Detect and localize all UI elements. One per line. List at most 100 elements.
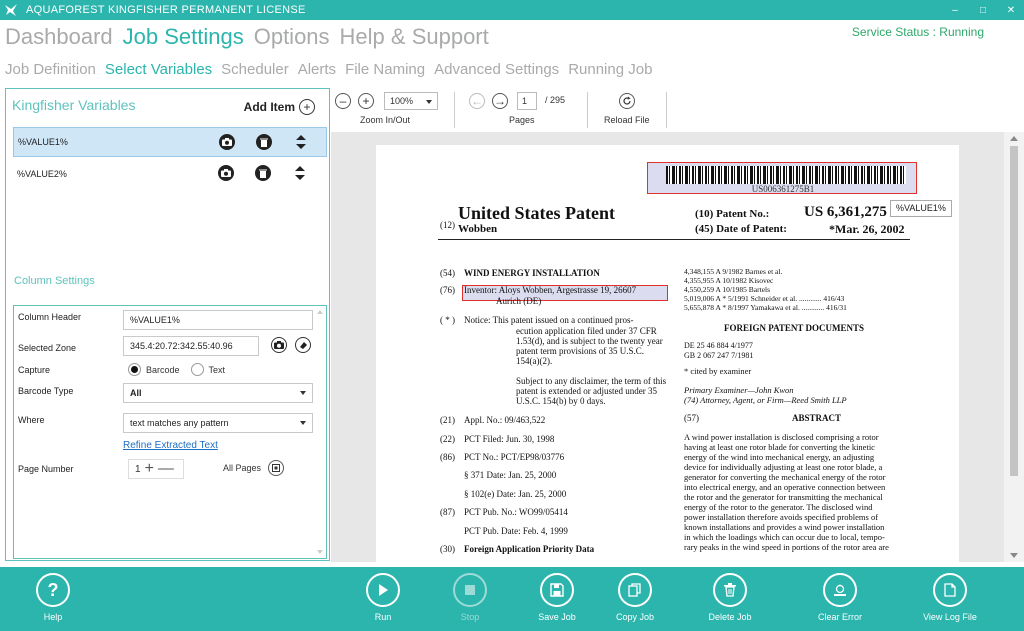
abstract-line: into electrical energy, and an operative…	[684, 482, 886, 492]
view-log-file-button[interactable]: View Log File	[915, 573, 985, 622]
stop-icon	[453, 573, 487, 607]
variable-name: %VALUE1%	[18, 137, 68, 147]
column-header-label: Column Header	[18, 312, 82, 322]
line-number: (30)	[440, 544, 455, 554]
tab-scheduler[interactable]: Scheduler	[221, 61, 289, 78]
close-icon[interactable]: ✕	[1004, 5, 1018, 16]
line-number: (22)	[440, 434, 455, 444]
plus-icon[interactable]: +	[145, 460, 154, 478]
help-button[interactable]: ? Help	[18, 573, 88, 622]
move-up-down-icon[interactable]	[293, 134, 309, 150]
zoom-in-icon[interactable]: +	[358, 93, 374, 109]
menu-job-settings[interactable]: Job Settings	[123, 24, 244, 50]
line-text: § 102(e) Date: Jan. 25, 2000	[464, 489, 567, 499]
move-up-down-icon[interactable]	[292, 165, 308, 181]
document-line: patent is extended or adjusted under 35	[440, 386, 657, 396]
line-text: patent is extended or adjusted under 35	[516, 386, 657, 396]
abstract-line: device for individually adjusting at lea…	[684, 462, 883, 472]
abstract-line: in which the loadings which can occur du…	[684, 532, 885, 542]
reload-icon[interactable]	[619, 93, 635, 109]
maximize-icon[interactable]: □	[976, 5, 990, 16]
page-number-value: 1	[135, 463, 141, 475]
reload-caption: Reload File	[604, 115, 650, 125]
camera-icon[interactable]	[271, 337, 287, 353]
line-text: Notice: This patent issued on a continue…	[464, 315, 634, 325]
zoom-select[interactable]: 100%	[384, 92, 438, 110]
abstract-line: rary peaks in the wind speed in portions…	[684, 542, 889, 552]
refine-extracted-text-link[interactable]: Refine Extracted Text	[123, 440, 218, 451]
clear-error-label: Clear Error	[817, 612, 862, 622]
abstract-line: energy of the rotor to the generator. Th…	[684, 502, 873, 512]
barcode-radio[interactable]	[128, 363, 141, 376]
page-input[interactable]: 1	[517, 92, 537, 110]
line-text: WIND ENERGY INSTALLATION	[464, 268, 600, 278]
clear-error-button[interactable]: Clear Error	[805, 573, 875, 622]
trash-icon[interactable]	[256, 134, 272, 150]
tab-select-variables[interactable]: Select Variables	[105, 61, 212, 78]
barcode-type-value: All	[130, 388, 142, 398]
tab-job-definition[interactable]: Job Definition	[5, 61, 96, 78]
menu-help-support[interactable]: Help & Support	[340, 24, 489, 50]
stop-button[interactable]: Stop	[435, 573, 505, 622]
abstract-line: the rotor and the generator for transmit…	[684, 492, 883, 502]
all-pages-icon[interactable]	[268, 460, 284, 476]
tab-running-job[interactable]: Running Job	[568, 61, 652, 78]
tab-file-naming[interactable]: File Naming	[345, 61, 425, 78]
barcode-type-label: Barcode Type	[18, 386, 74, 396]
trash-icon[interactable]	[255, 165, 271, 181]
delete-job-button[interactable]: Delete Job	[695, 573, 765, 622]
barcode-selection-zone[interactable]: US006361275B1	[647, 162, 917, 194]
variables-header: Kingfisher Variables	[12, 97, 136, 113]
line-text: Inventor: Aloys Wobben, Argestrasse 19, …	[464, 285, 637, 295]
play-icon	[366, 573, 400, 607]
eraser-icon[interactable]	[295, 337, 311, 353]
line-number: (76)	[440, 285, 455, 295]
tab-advanced-settings[interactable]: Advanced Settings	[434, 61, 559, 78]
document-viewer[interactable]: US006361275B1 (12) United States Patent …	[331, 132, 1018, 562]
bottom-toolbar: ? Help Run Stop Save Job Copy Job Delete…	[0, 567, 1024, 631]
patent-kind-code: (12)	[440, 220, 455, 230]
capture-label: Capture	[18, 365, 51, 375]
text-radio[interactable]	[190, 363, 204, 376]
camera-icon[interactable]	[219, 134, 235, 150]
variable-row[interactable]: %VALUE1%	[13, 127, 327, 157]
document-line: (86) PCT No.: PCT/EP98/03776	[440, 452, 564, 462]
menu-options[interactable]: Options	[254, 24, 330, 50]
copy-job-button[interactable]: Copy Job	[600, 573, 670, 622]
add-item-button[interactable]: Add Item +	[244, 99, 315, 115]
line-text: Subject to any disclaimer, the term of t…	[516, 376, 667, 386]
reference-line: 5,655,878 A * 8/1997 Yamakawa et al. ...…	[684, 303, 847, 312]
chevron-down-icon	[426, 100, 432, 104]
menu-dashboard[interactable]: Dashboard	[5, 24, 113, 50]
barcode-type-select[interactable]: All	[123, 383, 313, 403]
where-select[interactable]: text matches any pattern	[123, 413, 313, 433]
minus-icon[interactable]: —	[158, 460, 174, 478]
selected-zone-input[interactable]: 345.4:20.72:342.55:40.96	[123, 336, 259, 356]
run-button[interactable]: Run	[348, 573, 418, 622]
question-icon: ?	[36, 573, 70, 607]
column-header-input[interactable]: %VALUE1%	[123, 310, 313, 330]
barcode-image	[666, 166, 906, 184]
sub-menu: Job Definition Select Variables Schedule…	[5, 61, 652, 78]
line-text: PCT No.: PCT/EP98/03776	[464, 452, 565, 462]
variable-row[interactable]: %VALUE2%	[13, 159, 327, 189]
tab-alerts[interactable]: Alerts	[298, 61, 336, 78]
line-text: patent term provisions of 35 U.S.C.	[516, 346, 644, 356]
document-line: (87) PCT Pub. No.: WO99/05414	[440, 507, 568, 517]
previous-page-icon[interactable]: ←	[469, 93, 485, 109]
line-text: Aurich (DE)	[496, 296, 542, 306]
stop-label: Stop	[460, 612, 480, 622]
line-number: (86)	[440, 452, 455, 462]
save-job-button[interactable]: Save Job	[522, 573, 592, 622]
minimize-icon[interactable]: –	[948, 5, 962, 16]
delete-job-label: Delete Job	[708, 612, 752, 622]
settings-scrollbar[interactable]	[315, 307, 325, 557]
next-page-icon[interactable]: →	[492, 93, 508, 109]
barcode-text: US006361275B1	[751, 184, 815, 194]
patent-title: United States Patent	[458, 203, 615, 223]
text-radio-label: Text	[208, 364, 226, 375]
camera-icon[interactable]	[218, 165, 234, 181]
zoom-out-icon[interactable]: –	[335, 93, 351, 109]
viewer-scrollbar[interactable]	[1004, 132, 1024, 562]
scrollbar-thumb[interactable]	[1010, 146, 1018, 476]
